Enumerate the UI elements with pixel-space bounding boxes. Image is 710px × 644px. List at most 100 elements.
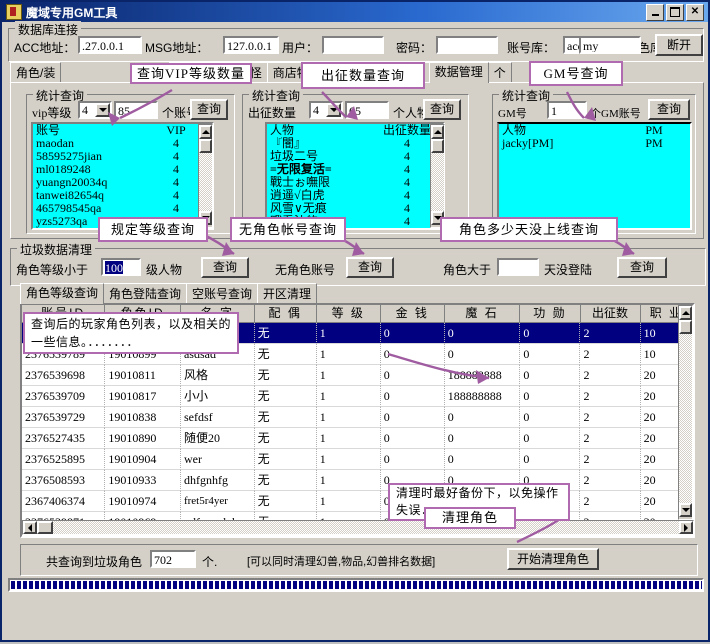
days-threshold-input[interactable] [497,258,539,276]
list-item[interactable]: =无限复活=4 [267,163,443,176]
march-list-header-name: 人物 [267,124,371,137]
scroll-left-icon[interactable] [23,521,37,534]
grid-horizontal-scrollbar[interactable] [22,520,694,535]
cell-role-id: 19010933 [105,470,181,491]
cell-spouse: 无 [255,470,317,491]
cell-merit: 0 [520,323,580,344]
table-row[interactable]: 2376527435 19010890 随便20 无 1 0 0 0 2 20 [22,428,693,449]
cell-magic-stone: 0 [445,428,521,449]
vip-query-button[interactable]: 查询 [190,99,228,120]
role-db-input[interactable]: my [579,36,641,54]
cell-account-id: 2376539698 [22,365,105,386]
vip-list-scrollbar[interactable] [198,124,213,228]
gm-character-list[interactable]: 人物 PM jacky[PM]PM [497,122,692,230]
total-garbage-input[interactable]: 702 [150,550,196,568]
no-role-query-button[interactable]: 查询 [346,257,394,278]
list-item[interactable]: 58595275jian4 [33,150,212,163]
cell-merit: 0 [520,428,580,449]
grid-vertical-scrollbar[interactable] [678,305,693,520]
grid-header-money[interactable]: 金 钱 [381,305,445,323]
grid-header-merit[interactable]: 功 勋 [520,305,580,323]
subtab-role-level-query[interactable]: 角色等级查询 [20,283,104,304]
level-threshold-value: 100 [105,261,123,275]
scroll-track[interactable] [679,334,692,503]
scroll-up-icon[interactable] [199,125,212,139]
list-item[interactable]: maodan4 [33,137,212,150]
msg-address-input[interactable]: 127.0.0.1 [223,36,279,54]
cell-march-count: 2 [580,470,640,491]
vip-count-input[interactable]: 85 [114,101,158,119]
scroll-right-icon[interactable] [679,521,693,534]
grid-header-spouse[interactable]: 配 偶 [255,305,317,323]
cell-magic-stone: 188888888 [445,386,521,407]
scroll-thumb[interactable] [37,521,53,534]
scroll-down-icon[interactable] [679,503,692,517]
password-input[interactable] [436,36,498,54]
march-count-input[interactable]: 65 [345,101,389,119]
scroll-track[interactable] [199,153,212,211]
chevron-down-icon[interactable] [95,103,110,117]
level-threshold-input[interactable]: 100 [101,258,141,276]
list-item[interactable]: jacky[PM]PM [499,137,690,150]
scroll-up-icon[interactable] [431,125,444,139]
list-item[interactable]: 『闇』4 [267,137,443,150]
list-item[interactable]: 戰士ぉ嘸限4 [267,176,443,189]
march-query-button[interactable]: 查询 [423,99,461,120]
disconnect-button[interactable]: 断开 [655,34,703,56]
list-item-name: ml0189248 [33,163,140,176]
user-input[interactable] [322,36,384,54]
march-character-list[interactable]: 人物 出征数量 『闇』4 垃圾二号4 =无限复活=4 戰士ぉ嘸限4 逍遥√白虎4… [265,122,445,230]
table-row[interactable]: 2367406374 19010974 fret5r4yer 无 1 0 0 0… [22,491,693,512]
table-row[interactable]: 2376539709 19010817 小小 无 1 0 188888888 0… [22,386,693,407]
subtab-empty-account-query[interactable]: 空账号查询 [186,283,258,304]
table-row[interactable]: 2376539698 19010811 风格 无 1 0 188888888 0… [22,365,693,386]
vip-level-combo[interactable]: 4 [78,101,112,119]
subtab-open-area-clean[interactable]: 开区清理 [257,283,317,304]
tab-role-equip[interactable]: 角色/装 [10,62,61,83]
cell-account-id: 2376525895 [22,449,105,470]
gm-number-input[interactable]: 1 [547,101,587,119]
list-item[interactable]: 风雪∨无痕4 [267,202,443,215]
scroll-track[interactable] [53,521,679,534]
cell-spouse: 无 [255,491,317,512]
start-clean-roles-button[interactable]: 开始清理角色 [507,548,599,570]
table-row[interactable]: 2376508593 19010933 dhfgnhfg 无 1 0 0 0 2… [22,470,693,491]
cell-role-id: 19010817 [105,386,181,407]
grid-header-level[interactable]: 等 级 [317,305,381,323]
grid-header-magic-stone[interactable]: 魔 石 [445,305,521,323]
gm-query-button[interactable]: 查询 [648,99,690,120]
list-item[interactable]: 逍遥√白虎4 [267,189,443,202]
tab-data-management[interactable]: 数据管理 [429,62,489,83]
subtab-role-login-query[interactable]: 角色登陆查询 [103,283,187,304]
close-button[interactable]: ✕ [686,4,704,21]
list-item[interactable]: ml01892484 [33,163,212,176]
list-item[interactable]: yuangn20034q4 [33,176,212,189]
chevron-down-icon[interactable] [326,103,341,117]
days-query-button[interactable]: 查询 [617,257,667,278]
list-item-name: =无限复活= [267,163,371,176]
scroll-up-icon[interactable] [679,306,692,320]
scroll-track[interactable] [431,153,444,211]
scroll-thumb[interactable] [431,139,444,153]
callout-clean-role: 清理角色 [424,507,516,529]
vip-account-list[interactable]: 账号 VIP maodan4 58595275jian4 ml01892484 … [31,122,214,230]
table-row[interactable]: 2376539729 19010838 sefdsf 无 1 0 0 0 2 2… [22,407,693,428]
minimize-button[interactable] [646,4,664,21]
march-count-combo[interactable]: 4 [309,101,343,119]
cell-spouse: 无 [255,344,317,365]
march-list-scrollbar[interactable] [430,124,445,228]
tab-personal[interactable]: 个 [488,62,512,83]
scroll-thumb[interactable] [679,320,692,334]
list-item[interactable]: tanwei82654q4 [33,189,212,202]
list-item[interactable]: 465798545qa4 [33,202,212,215]
list-item[interactable]: 垃圾二号4 [267,150,443,163]
scroll-thumb[interactable] [199,139,212,153]
acc-address-input[interactable]: .27.0.0.1 [78,36,142,54]
maximize-button[interactable] [666,4,684,21]
user-label: 用户： [282,39,318,56]
gm-count-unit: 个GM账号 [590,105,641,121]
table-row[interactable]: 2376525895 19010904 wer 无 1 0 0 0 2 20 [22,449,693,470]
gm-list-header-name: 人物 [499,124,618,137]
level-query-button[interactable]: 查询 [201,257,249,278]
grid-header-march-count[interactable]: 出征数 [581,305,641,323]
